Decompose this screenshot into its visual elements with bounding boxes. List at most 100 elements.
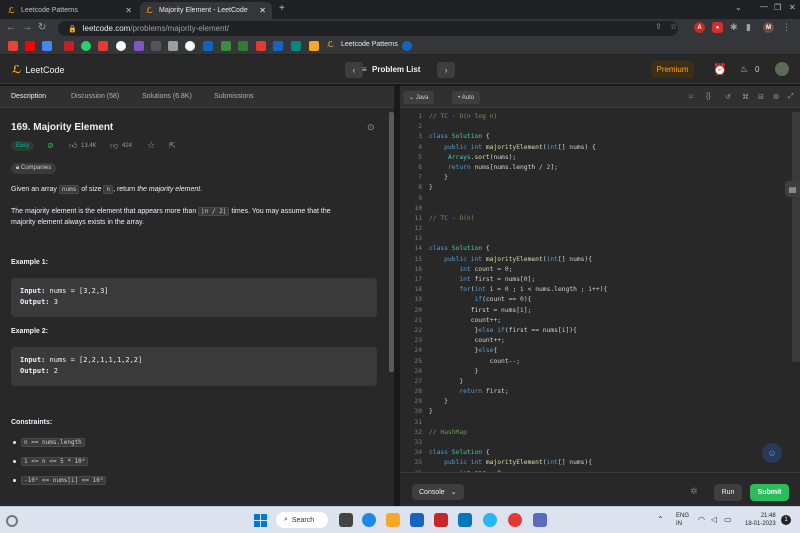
bookmark-leetcode-patterns[interactable]: Leetcode Patterns	[341, 41, 398, 48]
windows-start-icon[interactable]	[254, 514, 267, 527]
share-icon[interactable]: ⇪	[655, 22, 662, 31]
store-icon[interactable]	[434, 513, 448, 527]
bookmark-icon[interactable]: ⌑	[689, 93, 693, 101]
share-icon[interactable]: ⇱	[169, 141, 176, 150]
wifi-icon[interactable]: ◠	[698, 515, 705, 524]
submit-button[interactable]: Submit	[750, 484, 789, 501]
minimize-icon[interactable]: —	[760, 2, 768, 11]
bookmark-icon[interactable]	[168, 41, 178, 51]
bookmark-icon[interactable]	[309, 41, 319, 51]
battery-icon[interactable]: ▭	[724, 515, 732, 524]
tab-search-icon[interactable]: ⌄	[735, 3, 742, 12]
browser-tab-majority-element[interactable]: ℒ Majority Element - LeetCode ✕	[140, 2, 272, 19]
chrome-icon[interactable]	[508, 513, 522, 527]
chevron-up-icon[interactable]: ⌃	[657, 515, 664, 524]
fullscreen-icon[interactable]: ⤢	[788, 93, 794, 101]
extension-icon[interactable]: ●	[712, 22, 723, 33]
run-button[interactable]: Run	[714, 484, 742, 501]
shortcut-icon[interactable]: ⌘	[742, 93, 749, 101]
tab-description[interactable]: Description	[11, 93, 46, 100]
tab-submissions[interactable]: Submissions	[214, 93, 254, 100]
reload-icon[interactable]: ↻	[38, 22, 46, 33]
new-tab-button[interactable]: +	[279, 3, 285, 14]
bookmark-icon[interactable]	[402, 41, 412, 51]
mail-icon[interactable]	[410, 513, 424, 527]
google-bookmark-icon[interactable]	[185, 41, 195, 51]
companies-tag[interactable]: 🔒︎ Companies	[11, 163, 57, 174]
settings-gear-icon[interactable]: ⚙	[773, 93, 779, 101]
forward-arrow-icon[interactable]: →	[22, 22, 32, 33]
bookmark-icon[interactable]	[256, 41, 266, 51]
back-arrow-icon[interactable]: ←	[6, 22, 16, 33]
star-icon[interactable]: ☆	[147, 140, 155, 151]
tab-solutions[interactable]: Solutions (6.8K)	[142, 93, 192, 100]
language-select[interactable]: ⌄ Java	[403, 91, 435, 104]
weather-icon[interactable]	[6, 515, 18, 527]
browser-tab-leetcode-patterns[interactable]: ℒ Leetcode Patterns ✕	[2, 2, 138, 19]
bookmark-icon[interactable]	[98, 41, 108, 51]
bookmark-icon[interactable]	[64, 41, 74, 51]
edge-icon[interactable]	[362, 513, 376, 527]
bookmark-icon[interactable]	[291, 41, 301, 51]
youtube-bookmark-icon[interactable]	[25, 41, 35, 51]
bookmark-icon[interactable]	[238, 41, 248, 51]
braces-icon[interactable]: {}	[706, 93, 711, 100]
thumbs-down-icon[interactable]: 👎︎	[110, 141, 118, 151]
timer-icon[interactable]: ⏰	[713, 63, 727, 76]
google-bookmark-icon[interactable]	[116, 41, 126, 51]
file-explorer-icon[interactable]	[386, 513, 400, 527]
bookmark-icon[interactable]	[134, 41, 144, 51]
solved-check-icon: ⊘	[47, 141, 54, 150]
teams-icon[interactable]	[533, 513, 547, 527]
gmail-bookmark-icon[interactable]	[8, 41, 18, 51]
code-line: 4 public int majorityElement(int[] nums)…	[400, 143, 792, 153]
browser-menu-icon[interactable]: ⋮	[782, 22, 791, 33]
notes-side-tab[interactable]: ▤	[785, 181, 800, 197]
system-clock[interactable]: 21:48 18-01-2023	[745, 512, 776, 528]
telegram-icon[interactable]	[483, 513, 497, 527]
notifications-icon[interactable]: 1	[781, 515, 791, 525]
user-avatar[interactable]	[775, 62, 789, 76]
next-problem-button[interactable]: ›	[437, 62, 455, 78]
maximize-icon[interactable]: ❐	[774, 3, 781, 12]
extensions-puzzle-icon[interactable]: ✱	[730, 22, 738, 33]
close-icon[interactable]: ✕	[259, 6, 266, 15]
bookmark-icon[interactable]	[221, 41, 231, 51]
reset-icon[interactable]: ↺	[725, 93, 731, 101]
taskbar-search[interactable]: ⌕ Search	[276, 512, 328, 528]
profile-avatar[interactable]: M	[763, 22, 774, 33]
task-view-icon[interactable]	[339, 513, 353, 527]
bookmark-icon[interactable]	[151, 41, 161, 51]
url-bar[interactable]: 🔒 leetcode.com/problems/majority-element…	[58, 21, 678, 36]
window-close-icon[interactable]: ✕	[789, 3, 796, 12]
premium-button[interactable]: Premium	[651, 61, 694, 78]
prev-problem-button[interactable]: ‹	[345, 62, 363, 78]
problem-list-link[interactable]: Problem List	[372, 65, 420, 74]
bookmark-icon[interactable]	[273, 41, 283, 51]
linkedin-bookmark-icon[interactable]	[203, 41, 213, 51]
volume-icon[interactable]: ◁	[711, 515, 717, 524]
whatsapp-bookmark-icon[interactable]	[81, 41, 91, 51]
monitor-app-icon[interactable]	[458, 513, 472, 527]
tab-discussion[interactable]: Discussion (58)	[71, 93, 119, 100]
leetcode-logo[interactable]: ℒ LeetCode	[12, 63, 64, 76]
list-icon: ≡	[362, 65, 367, 74]
close-icon[interactable]: ✕	[125, 6, 132, 15]
side-panel-icon[interactable]: ▮	[746, 22, 751, 33]
adblock-extension-icon[interactable]: A	[694, 22, 705, 33]
maps-bookmark-icon[interactable]	[42, 41, 52, 51]
fire-icon[interactable]: ♨	[740, 64, 748, 75]
document-icon: ▤	[788, 184, 797, 194]
help-chat-icon[interactable]: ☺	[762, 443, 782, 463]
editor-scrollbar[interactable]	[792, 112, 800, 362]
input-language[interactable]: ENG IN	[676, 512, 689, 528]
code-line: 5 Arrays.sort(nums);	[400, 153, 792, 163]
layout-icon[interactable]: ⊟	[758, 93, 764, 101]
code-area[interactable]: 1// TC - O(n log n) 2 3 class Solution {4 p…	[400, 112, 792, 474]
more-options-icon[interactable]: ⊙	[367, 122, 375, 133]
bookmark-star-icon[interactable]: ☆	[670, 22, 677, 31]
autocomplete-toggle[interactable]: • Auto	[452, 91, 481, 104]
console-toggle[interactable]: Console ⌄	[412, 484, 464, 500]
thumbs-up-icon[interactable]: 👍︎	[69, 141, 77, 151]
debug-icon[interactable]: ✲	[690, 486, 698, 497]
